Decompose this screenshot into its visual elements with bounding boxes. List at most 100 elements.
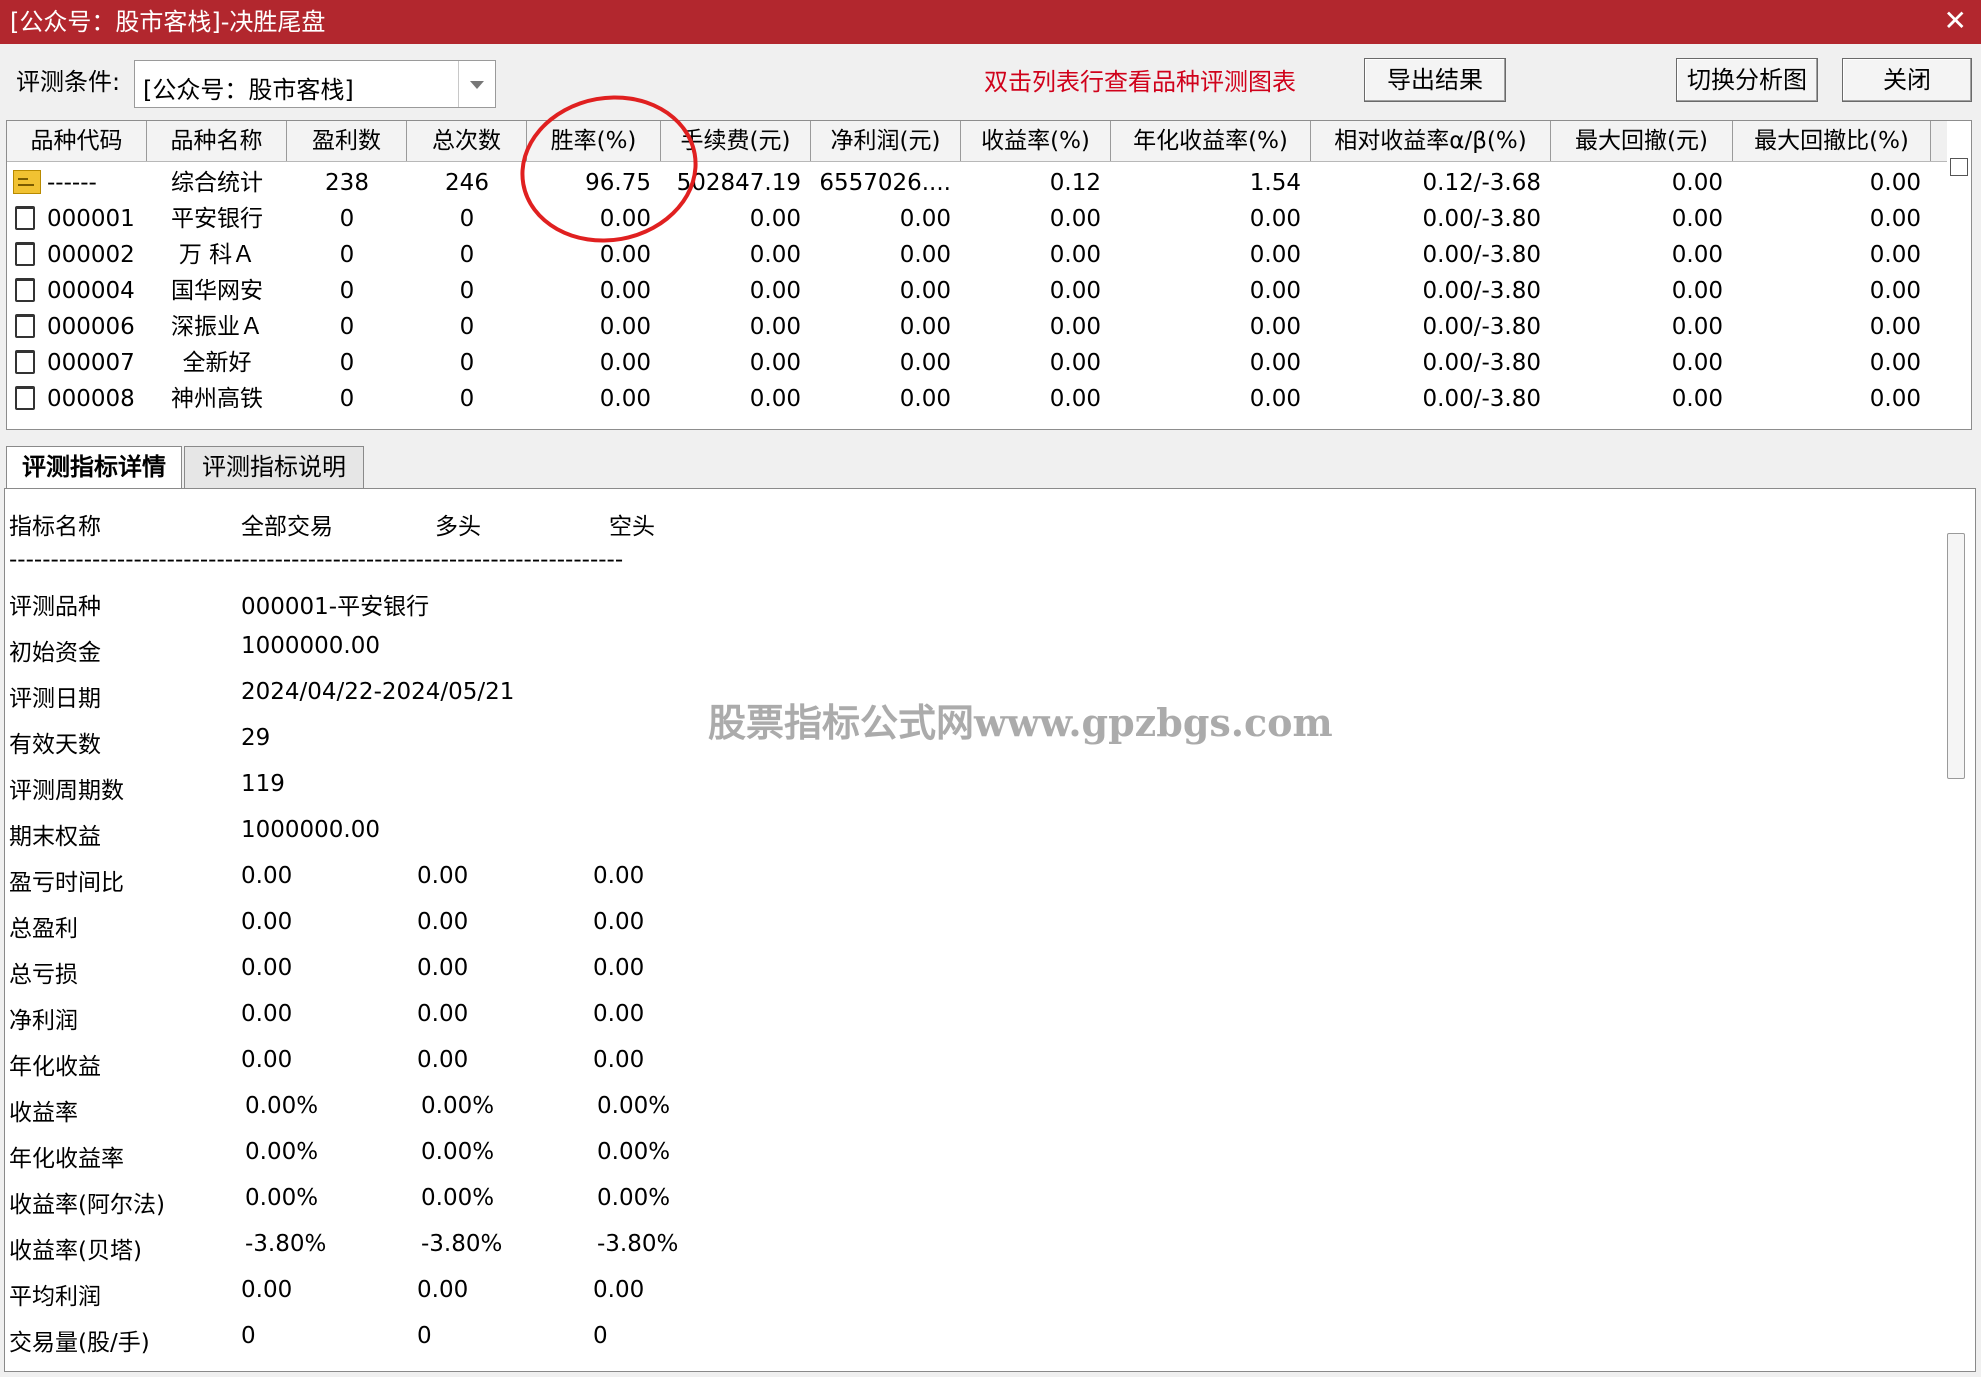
table-cell: 1.54 bbox=[1249, 170, 1301, 196]
document-icon bbox=[15, 386, 35, 410]
table-cell: 0.00 bbox=[899, 350, 951, 376]
table-cell: 0.00 bbox=[749, 386, 801, 412]
detail-panel: 指标名称 全部交易 多头 空头 ----------------------------… bbox=[4, 488, 1976, 1372]
table-cell: 0.00 bbox=[749, 242, 801, 268]
table-cell: 0.00 bbox=[1249, 314, 1301, 340]
grid-checkbox[interactable] bbox=[1950, 158, 1968, 176]
column-header[interactable]: 年化收益率(%) bbox=[1111, 121, 1311, 161]
table-cell: 000008 bbox=[47, 386, 135, 412]
metric-value: 0 bbox=[241, 1323, 256, 1349]
table-cell: 0.00 bbox=[749, 206, 801, 232]
table-cell: 0.00 bbox=[1049, 278, 1101, 304]
table-cell: 0 bbox=[459, 206, 475, 232]
metric-name: 平均利润 bbox=[9, 1284, 101, 1310]
table-row[interactable]: 000006 深振业Ａ 0 0 0.00 0.00 0.00 0.00 0.00 0.00/-3.… bbox=[7, 309, 1947, 345]
results-grid[interactable]: 品种代码 品种名称 盈利数 总次数 胜率(%) 手续费(元) 净利润(元) 收益率(%) 年化收… bbox=[6, 120, 1972, 430]
metric-name: 评测日期 bbox=[9, 686, 101, 712]
table-cell: 0.00/-3.80 bbox=[1422, 314, 1541, 340]
table-row[interactable]: 000008 神州高铁 0 0 0.00 0.00 0.00 0.00 0.00 0.00/-3.… bbox=[7, 381, 1947, 417]
tab-detail[interactable]: 评测指标详情 bbox=[6, 446, 182, 490]
table-cell: 0.00 bbox=[599, 386, 651, 412]
metric-value: 0.00% bbox=[245, 1139, 319, 1165]
metric-value: 0.00% bbox=[245, 1185, 319, 1211]
column-header[interactable]: 总次数 bbox=[407, 121, 527, 161]
table-cell: 0.00 bbox=[599, 278, 651, 304]
table-cell: 0.00 bbox=[1869, 170, 1921, 196]
column-header[interactable]: 最大回撤(元) bbox=[1551, 121, 1733, 161]
table-cell: 0.00/-3.80 bbox=[1422, 278, 1541, 304]
table-cell: 0 bbox=[459, 242, 475, 268]
document-icon bbox=[15, 206, 35, 230]
metric-value: 0.00 bbox=[241, 1047, 293, 1073]
table-cell: 0.00 bbox=[1671, 242, 1723, 268]
table-cell: 246 bbox=[445, 170, 489, 196]
metric-value: 0.00 bbox=[417, 1277, 469, 1303]
table-cell: 0.00 bbox=[1671, 314, 1723, 340]
table-cell: 000006 bbox=[47, 314, 135, 340]
table-cell: 0 bbox=[459, 386, 475, 412]
table-cell: 000001 bbox=[47, 206, 135, 232]
table-cell: 0 bbox=[339, 242, 355, 268]
table-cell: 0.00 bbox=[1049, 242, 1101, 268]
table-cell: 0.00/-3.80 bbox=[1422, 242, 1541, 268]
table-cell: 0.00 bbox=[1249, 386, 1301, 412]
scrollbar-thumb[interactable] bbox=[1947, 533, 1965, 779]
metric-value: 0.00 bbox=[417, 863, 469, 889]
metric-value: 0.00% bbox=[597, 1139, 671, 1165]
metric-value: 0.00% bbox=[421, 1185, 495, 1211]
table-cell: 0 bbox=[459, 350, 475, 376]
table-cell: 0.00 bbox=[899, 242, 951, 268]
table-cell: 0.00/-3.80 bbox=[1422, 350, 1541, 376]
metric-name: 年化收益 bbox=[9, 1054, 101, 1080]
metric-value: 000001-平安银行 bbox=[241, 594, 430, 620]
table-cell: 0.00 bbox=[599, 314, 651, 340]
column-header[interactable]: 品种名称 bbox=[147, 121, 287, 161]
table-cell: 0.00 bbox=[1671, 350, 1723, 376]
column-header[interactable]: 品种代码 bbox=[7, 121, 147, 161]
document-icon bbox=[15, 278, 35, 302]
metric-value: 0.00 bbox=[593, 955, 645, 981]
metric-name: 总盈利 bbox=[9, 916, 78, 942]
table-row[interactable]: 000002 万 科Ａ 0 0 0.00 0.00 0.00 0.00 0.00 0.00/-3.… bbox=[7, 237, 1947, 273]
table-cell: 0.00 bbox=[1249, 242, 1301, 268]
table-cell: 0.00 bbox=[1869, 314, 1921, 340]
metric-value: 0.00% bbox=[421, 1093, 495, 1119]
table-cell: 0.00 bbox=[1869, 278, 1921, 304]
table-cell: 0.00 bbox=[1869, 242, 1921, 268]
metric-value: 0.00 bbox=[593, 909, 645, 935]
close-button[interactable]: 关闭 bbox=[1842, 58, 1972, 102]
column-header[interactable]: 盈利数 bbox=[287, 121, 407, 161]
table-row[interactable]: 000007 全新好 0 0 0.00 0.00 0.00 0.00 0.00 0.00/-3.8… bbox=[7, 345, 1947, 381]
condition-label: 评测条件: bbox=[16, 68, 121, 96]
table-cell: 000002 bbox=[47, 242, 135, 268]
close-icon[interactable]: ✕ bbox=[1944, 4, 1967, 38]
export-button[interactable]: 导出结果 bbox=[1364, 58, 1506, 102]
table-row[interactable]: 000004 国华网安 0 0 0.00 0.00 0.00 0.00 0.00 0.00/-3.… bbox=[7, 273, 1947, 309]
table-cell: 0.00 bbox=[1869, 350, 1921, 376]
table-cell: 0.00 bbox=[899, 206, 951, 232]
metric-name: 总亏损 bbox=[9, 962, 78, 988]
table-cell: 深振业Ａ bbox=[171, 314, 263, 340]
table-row[interactable]: 000001 平安银行 0 0 0.00 0.00 0.00 0.00 0.00 0.00/-3.… bbox=[7, 201, 1947, 237]
column-header[interactable]: 净利润(元) bbox=[811, 121, 961, 161]
metric-value: -3.80% bbox=[597, 1231, 679, 1257]
condition-select[interactable]: [公众号：股市客栈] bbox=[134, 60, 496, 108]
tab-explain[interactable]: 评测指标说明 bbox=[184, 446, 364, 488]
table-cell: 6557026.... bbox=[819, 170, 951, 196]
metric-name: 期末权益 bbox=[9, 824, 101, 850]
metric-value: 119 bbox=[241, 771, 285, 797]
table-cell: 0.00 bbox=[749, 350, 801, 376]
metric-value: 0.00 bbox=[241, 955, 293, 981]
table-cell: 0.00 bbox=[899, 278, 951, 304]
summary-row[interactable]: ------ 综合统计 238 246 96.75 502847.19 6557026...… bbox=[7, 165, 1947, 201]
table-cell: 0.00/-3.80 bbox=[1422, 206, 1541, 232]
table-cell: 238 bbox=[325, 170, 369, 196]
chevron-down-icon[interactable] bbox=[458, 61, 495, 107]
column-header[interactable]: 相对收益率α/β(%) bbox=[1311, 121, 1551, 161]
window-title: [公众号：股市客栈]-决胜尾盘 bbox=[10, 8, 326, 36]
column-header[interactable]: 收益率(%) bbox=[961, 121, 1111, 161]
column-header[interactable]: 最大回撤比(%) bbox=[1733, 121, 1931, 161]
switch-chart-button[interactable]: 切换分析图 bbox=[1676, 58, 1818, 102]
table-cell: 0 bbox=[339, 278, 355, 304]
table-cell: 0.00 bbox=[899, 314, 951, 340]
